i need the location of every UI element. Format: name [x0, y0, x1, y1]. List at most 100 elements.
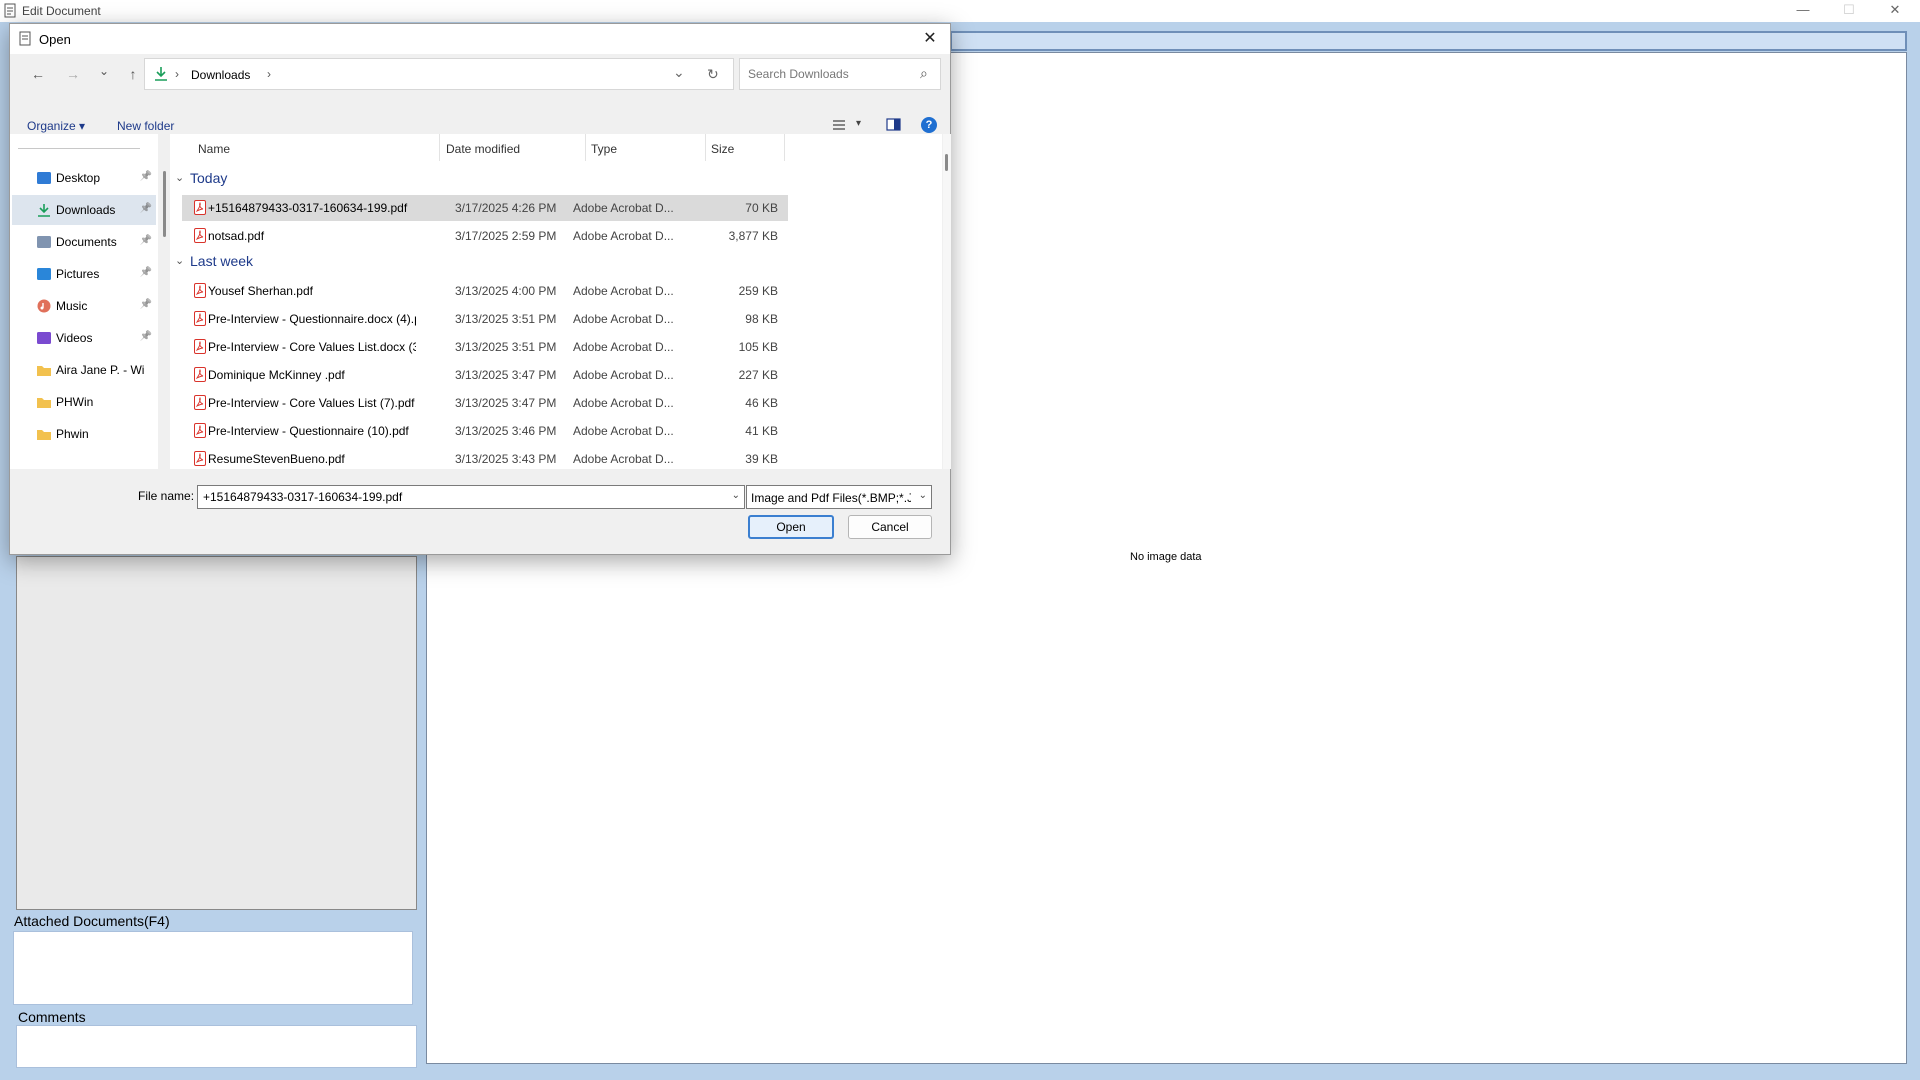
- column-separator: [705, 134, 706, 161]
- folder-icon: [36, 395, 52, 409]
- file-size-cell: 227 KB: [738, 368, 778, 382]
- column-header-size[interactable]: Size: [711, 142, 734, 156]
- sidebar-item-videos[interactable]: Videos 📌: [12, 323, 156, 353]
- pin-icon: 📌: [139, 267, 152, 278]
- file-size-cell: 46 KB: [745, 396, 778, 410]
- file-name-input[interactable]: [201, 489, 716, 505]
- cancel-button[interactable]: Cancel: [848, 515, 932, 539]
- file-name-cell: ResumeStevenBueno.pdf: [208, 452, 345, 466]
- comments-field[interactable]: [16, 1025, 417, 1068]
- pdf-file-icon: [194, 367, 206, 382]
- help-icon[interactable]: ?: [921, 117, 937, 133]
- column-header-type[interactable]: Type: [591, 142, 617, 156]
- sidebar-item-downloads[interactable]: Downloads 📌: [12, 195, 156, 225]
- pictures-icon: [36, 267, 52, 281]
- pdf-file-icon: [194, 451, 206, 466]
- sidebar-item-phwin[interactable]: PHWin: [12, 387, 156, 417]
- file-size-cell: 98 KB: [745, 312, 778, 326]
- breadcrumb-trail-chevron[interactable]: ›: [267, 67, 271, 81]
- file-row[interactable]: Yousef Sherhan.pdf 3/13/2025 4:00 PM Adobe…: [182, 278, 788, 304]
- file-row[interactable]: Pre-Interview - Questionnaire.docx (4).p…: [182, 306, 788, 332]
- file-type-dropdown-icon[interactable]: ⌄: [918, 490, 927, 501]
- group-header[interactable]: Last week: [190, 253, 253, 269]
- back-arrow-icon[interactable]: ←: [25, 61, 51, 87]
- file-list-scrollbar-thumb[interactable]: [945, 154, 948, 171]
- file-row[interactable]: notsad.pdf 3/17/2025 2:59 PM Adobe Acrobat…: [182, 223, 788, 249]
- dialog-titlebar: [10, 24, 950, 54]
- viewer-header: [950, 31, 1907, 51]
- open-button[interactable]: Open: [748, 515, 834, 539]
- sidebar-item-label: Downloads: [56, 203, 116, 217]
- navigation-scrollbar-thumb[interactable]: [163, 171, 166, 237]
- sidebar-item-pictures[interactable]: Pictures 📌: [12, 259, 156, 289]
- organize-menu[interactable]: Organize ▾: [27, 119, 85, 133]
- address-bar[interactable]: › Downloads › ⌄ ↻: [144, 58, 734, 90]
- pdf-file-icon: [194, 423, 206, 438]
- new-folder-button[interactable]: New folder: [117, 119, 174, 133]
- file-row[interactable]: ResumeStevenBueno.pdf 3/13/2025 3:43 PM Ad…: [182, 446, 788, 472]
- pdf-file-icon: [194, 200, 206, 215]
- file-list-scrollbar[interactable]: [943, 134, 951, 469]
- search-icon[interactable]: ⌕: [920, 65, 928, 82]
- pin-icon: 📌: [139, 331, 152, 342]
- file-type-cell: Adobe Acrobat D...: [573, 368, 674, 382]
- file-type-select[interactable]: Image and Pdf Files(*.BMP;*.JP( ⌄: [746, 485, 932, 509]
- search-box[interactable]: ⌕: [739, 58, 941, 90]
- view-options-dropdown[interactable]: ▾: [856, 118, 861, 129]
- forward-arrow-icon[interactable]: →: [60, 61, 86, 87]
- file-size-cell: 70 KB: [745, 201, 778, 215]
- attached-documents-list[interactable]: [13, 931, 413, 1005]
- file-row[interactable]: Pre-Interview - Core Values List.docx (3…: [182, 334, 788, 360]
- folder-icon: [36, 363, 52, 377]
- refresh-icon[interactable]: ↻: [707, 66, 719, 83]
- file-name-cell: Pre-Interview - Questionnaire (10).pdf: [208, 424, 409, 438]
- app-minimize-button[interactable]: —: [1780, 0, 1826, 22]
- details-view-icon[interactable]: [832, 119, 846, 131]
- breadcrumb-separator: ›: [175, 67, 179, 81]
- file-row[interactable]: Dominique McKinney .pdf 3/13/2025 3:47 PM…: [182, 362, 788, 388]
- pin-icon: 📌: [139, 203, 152, 214]
- file-type-cell: Adobe Acrobat D...: [573, 201, 674, 215]
- file-row[interactable]: Pre-Interview - Questionnaire (10).pdf 3/…: [182, 418, 788, 444]
- app-close-button[interactable]: ✕: [1872, 0, 1918, 22]
- address-dropdown-icon[interactable]: ⌄: [673, 64, 685, 81]
- file-row[interactable]: Pre-Interview - Core Values List (7).pdf…: [182, 390, 788, 416]
- file-date-cell: 3/17/2025 4:26 PM: [455, 201, 557, 215]
- file-row[interactable]: +15164879433-0317-160634-199.pdf 3/17/202…: [182, 195, 788, 221]
- file-type-cell: Adobe Acrobat D...: [573, 452, 674, 466]
- column-header-date-modified[interactable]: Date modified: [446, 142, 520, 156]
- sidebar-item-desktop[interactable]: Desktop 📌: [12, 163, 156, 193]
- comments-label: Comments: [18, 1009, 86, 1025]
- documents-icon: [36, 235, 52, 249]
- app-titlebar: [0, 0, 1920, 22]
- file-name-dropdown-icon[interactable]: ⌄: [732, 490, 740, 501]
- column-separator: [439, 134, 440, 161]
- sidebar-item-phwin[interactable]: Phwin: [12, 419, 156, 449]
- up-arrow-icon[interactable]: ↑: [120, 61, 146, 87]
- pdf-file-icon: [194, 339, 206, 354]
- group-collapse-chevron-icon[interactable]: ⌄: [175, 171, 184, 184]
- sidebar-item-documents[interactable]: Documents 📌: [12, 227, 156, 257]
- dialog-close-button[interactable]: ✕: [918, 28, 942, 50]
- preview-pane-icon[interactable]: [886, 118, 901, 131]
- breadcrumb-downloads[interactable]: Downloads: [191, 68, 250, 82]
- pin-icon: 📌: [139, 171, 152, 182]
- nav-divider: [18, 148, 140, 149]
- file-date-cell: 3/13/2025 3:51 PM: [455, 312, 557, 326]
- group-header[interactable]: Today: [190, 170, 227, 186]
- sidebar-item-music[interactable]: Music 📌: [12, 291, 156, 321]
- column-header-name[interactable]: Name: [198, 142, 230, 156]
- file-name-combobox[interactable]: ⌄: [197, 485, 745, 509]
- sidebar-item-label: Documents: [56, 235, 117, 249]
- group-collapse-chevron-icon[interactable]: ⌄: [175, 254, 184, 267]
- file-date-cell: 3/13/2025 3:46 PM: [455, 424, 557, 438]
- file-size-cell: 41 KB: [745, 424, 778, 438]
- file-size-cell: 105 KB: [738, 340, 778, 354]
- file-type-cell: Adobe Acrobat D...: [573, 424, 674, 438]
- sidebar-item-aira-jane-p-wi[interactable]: Aira Jane P. - Wi: [12, 355, 156, 385]
- file-type-value: Image and Pdf Files(*.BMP;*.JP(: [751, 491, 911, 505]
- recent-locations-chevron-icon[interactable]: ⌄: [91, 58, 117, 84]
- app-maximize-button[interactable]: ☐: [1826, 0, 1872, 22]
- file-name-cell: +15164879433-0317-160634-199.pdf: [208, 201, 408, 215]
- search-input[interactable]: [746, 65, 911, 83]
